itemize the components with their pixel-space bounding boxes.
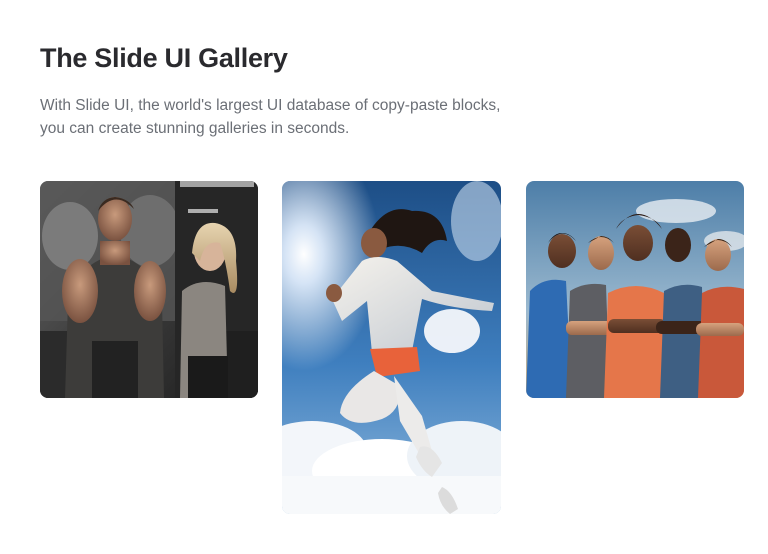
gallery-image-jumping-runner[interactable]	[282, 181, 501, 514]
page-title: The Slide UI Gallery	[40, 43, 288, 73]
image-gallery	[40, 181, 744, 521]
gallery-image-athletes-group[interactable]	[526, 181, 744, 398]
page-subtitle: With Slide UI, the world's largest UI da…	[40, 94, 600, 140]
gym-couple-photo	[40, 181, 258, 398]
subtitle-line-2: you can create stunning galleries in sec…	[40, 120, 350, 137]
jumping-runner-photo	[282, 181, 501, 514]
athletes-group-photo	[526, 181, 744, 398]
gallery-section: The Slide UI Gallery With Slide UI, the …	[40, 40, 744, 514]
gallery-image-gym-couple[interactable]	[40, 181, 258, 398]
subtitle-line-1: With Slide UI, the world's largest UI da…	[40, 97, 501, 114]
